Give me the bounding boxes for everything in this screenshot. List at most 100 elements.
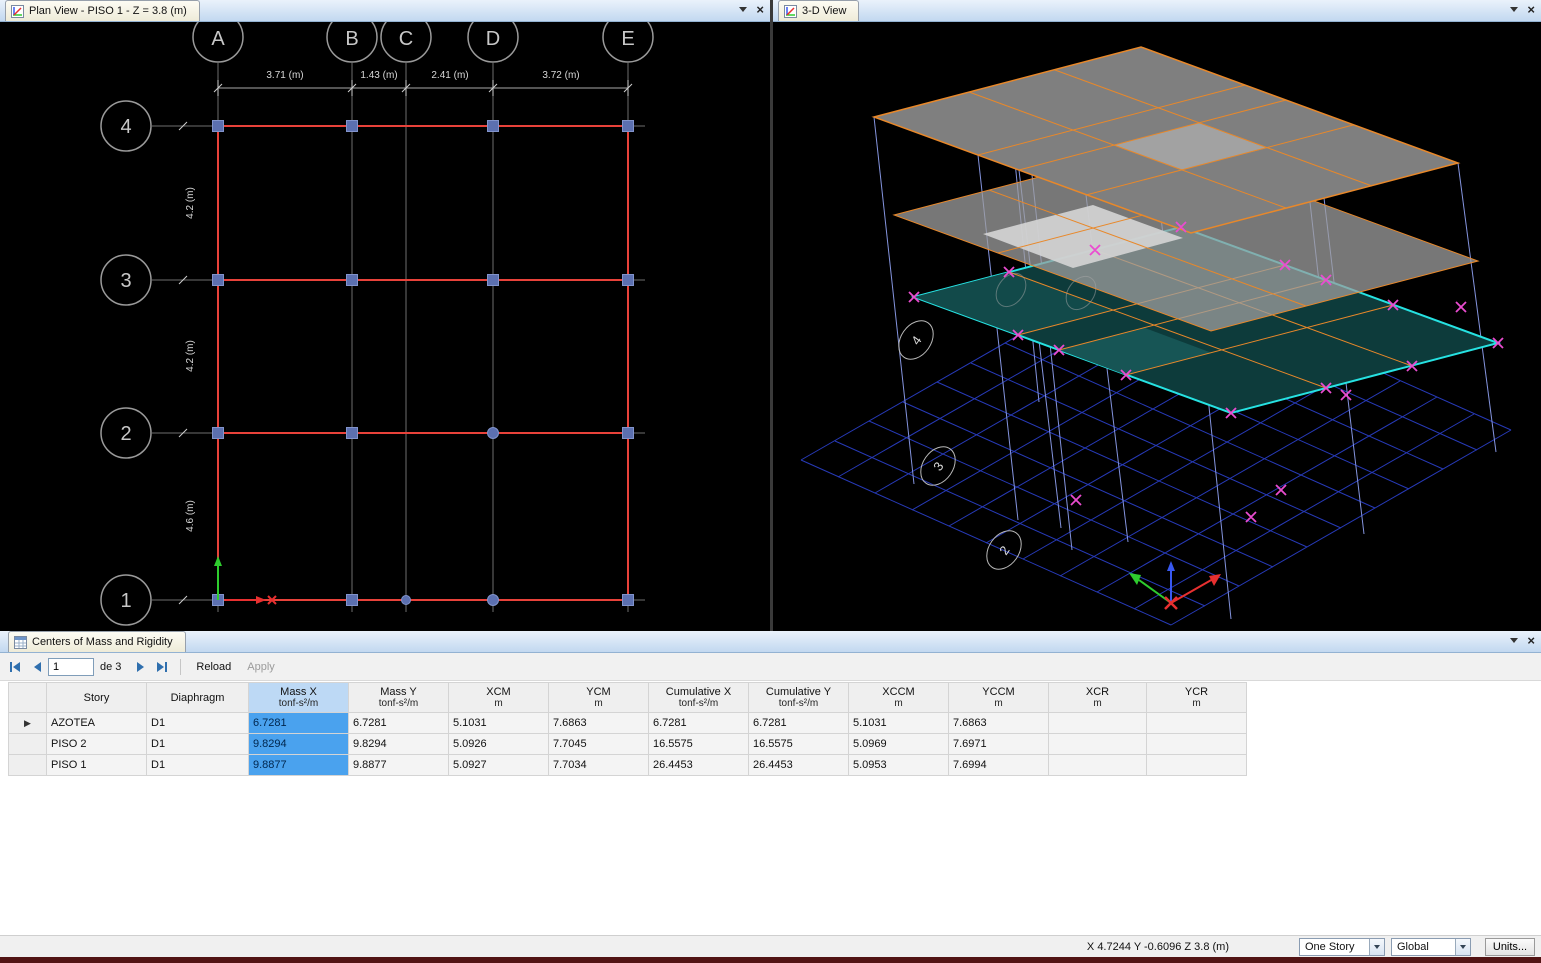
header-mass-y[interactable]: Mass Ytonf-s²/m (349, 683, 449, 713)
view3d-collapse-icon[interactable] (1510, 7, 1518, 12)
table-row: PISO 2 D1 9.8294 9.8294 5.0926 7.7045 16… (9, 734, 1247, 755)
plan-row-bubbles (101, 101, 151, 625)
row-selector-cell[interactable] (9, 734, 47, 755)
header-mass-x[interactable]: Mass Xtonf-s²/m (249, 683, 349, 713)
view3d-close-icon[interactable]: × (1527, 3, 1535, 16)
cell-xcr[interactable] (1049, 734, 1147, 755)
header-cumulative-y[interactable]: Cumulative Ytonf-s²/m (749, 683, 849, 713)
last-record-button[interactable] (151, 657, 173, 677)
coordinate-system-dropdown-button[interactable] (1455, 939, 1470, 955)
cell-ycr[interactable] (1147, 755, 1247, 776)
cell-mass-x[interactable]: 9.8294 (249, 734, 349, 755)
view3d-tab[interactable]: 3-D View (778, 0, 859, 21)
viewports-area: Plan View - PISO 1 - Z = 3.8 (m) × (0, 0, 1541, 631)
plan-row-bubble-labels: 4 3 2 1 (120, 116, 131, 612)
cell-mass-x[interactable]: 6.7281 (249, 713, 349, 734)
table-panel-collapse-icon[interactable] (1510, 638, 1518, 643)
svg-text:4.6 (m): 4.6 (m) (185, 500, 196, 532)
cell-story[interactable]: PISO 2 (47, 734, 147, 755)
cell-xcm[interactable]: 5.1031 (449, 713, 549, 734)
plan-canvas[interactable]: A B C D E 4 3 2 1 (0, 22, 770, 631)
header-ycr[interactable]: YCRm (1147, 683, 1247, 713)
header-xcm[interactable]: XCMm (449, 683, 549, 713)
cell-cumulative-x[interactable]: 6.7281 (649, 713, 749, 734)
cell-ycm[interactable]: 7.7034 (549, 755, 649, 776)
header-cumulative-x[interactable]: Cumulative Xtonf-s²/m (649, 683, 749, 713)
record-number-input[interactable] (48, 658, 94, 676)
cell-ycr[interactable] (1147, 734, 1247, 755)
cell-xcm[interactable]: 5.0926 (449, 734, 549, 755)
cell-diaphragm[interactable]: D1 (147, 713, 249, 734)
cell-yccm[interactable]: 7.6994 (949, 755, 1049, 776)
apply-button[interactable]: Apply (239, 658, 283, 676)
plan-collapse-icon[interactable] (739, 7, 747, 12)
cell-xccm[interactable]: 5.1031 (849, 713, 949, 734)
plan-view-tab[interactable]: Plan View - PISO 1 - Z = 3.8 (m) (5, 0, 200, 21)
cell-cumulative-x[interactable]: 26.4453 (649, 755, 749, 776)
reload-button[interactable]: Reload (188, 658, 239, 676)
cell-mass-y[interactable]: 9.8294 (349, 734, 449, 755)
svg-text:2: 2 (120, 423, 131, 445)
svg-text:2.41 (m): 2.41 (m) (431, 70, 468, 81)
table-row: ▶ AZOTEA D1 6.7281 6.7281 5.1031 7.6863 … (9, 713, 1247, 734)
cell-xccm[interactable]: 5.0953 (849, 755, 949, 776)
status-bar: X 4.7244 Y -0.6096 Z 3.8 (m) One Story G… (0, 935, 1541, 957)
row-pointer-cell[interactable]: ▶ (9, 713, 47, 734)
cell-xcm[interactable]: 5.0927 (449, 755, 549, 776)
table-panel-close-icon[interactable]: × (1527, 634, 1535, 647)
svg-text:4.2 (m): 4.2 (m) (185, 187, 196, 219)
cell-story[interactable]: AZOTEA (47, 713, 147, 734)
cell-yccm[interactable]: 7.6971 (949, 734, 1049, 755)
cell-diaphragm[interactable]: D1 (147, 755, 249, 776)
plan-column-bubble-labels: A B C D E (211, 28, 634, 50)
header-xcr[interactable]: XCRm (1049, 683, 1147, 713)
story-view-value: One Story (1305, 941, 1355, 953)
cell-cumulative-y[interactable]: 26.4453 (749, 755, 849, 776)
svg-text:3.72 (m): 3.72 (m) (542, 70, 579, 81)
cell-yccm[interactable]: 7.6863 (949, 713, 1049, 734)
svg-text:4.2 (m): 4.2 (m) (185, 340, 196, 372)
cell-ycm[interactable]: 7.7045 (549, 734, 649, 755)
story-view-dropdown-button[interactable] (1369, 939, 1384, 955)
cell-mass-y[interactable]: 9.8877 (349, 755, 449, 776)
cell-xccm[interactable]: 5.0969 (849, 734, 949, 755)
header-xccm[interactable]: XCCMm (849, 683, 949, 713)
cell-cumulative-x[interactable]: 16.5575 (649, 734, 749, 755)
first-record-icon (13, 662, 20, 672)
cell-ycm[interactable]: 7.6863 (549, 713, 649, 734)
table-panel-tab[interactable]: Centers of Mass and Rigidity (8, 631, 186, 652)
cell-xcr[interactable] (1049, 713, 1147, 734)
cell-mass-y[interactable]: 6.7281 (349, 713, 449, 734)
cell-cumulative-y[interactable]: 16.5575 (749, 734, 849, 755)
plan-view-window: Plan View - PISO 1 - Z = 3.8 (m) × (0, 0, 770, 631)
header-story[interactable]: Story (47, 683, 147, 713)
view3d-canvas[interactable]: 4 3 2 (773, 22, 1541, 631)
cell-diaphragm[interactable]: D1 (147, 734, 249, 755)
view3d-title: 3-D View (802, 5, 846, 17)
header-yccm[interactable]: YCCMm (949, 683, 1049, 713)
cell-xcr[interactable] (1049, 755, 1147, 776)
plan-beams (218, 126, 628, 600)
first-record-button[interactable] (4, 657, 26, 677)
cell-ycr[interactable] (1147, 713, 1247, 734)
row-selector-cell[interactable] (9, 755, 47, 776)
table-icon (14, 636, 27, 649)
prev-record-button[interactable] (26, 657, 48, 677)
story-view-dropdown[interactable]: One Story (1299, 938, 1385, 956)
header-ycm[interactable]: YCMm (549, 683, 649, 713)
cell-cumulative-y[interactable]: 6.7281 (749, 713, 849, 734)
svg-text:4: 4 (120, 116, 131, 138)
svg-text:3.71 (m): 3.71 (m) (266, 70, 303, 81)
next-record-button[interactable] (129, 657, 151, 677)
plan-top-dimensions: 3.71 (m) 1.43 (m) 2.41 (m) 3.72 (m) (214, 70, 632, 96)
table-panel-title: Centers of Mass and Rigidity (32, 636, 173, 648)
svg-text:1.43 (m): 1.43 (m) (360, 70, 397, 81)
plan-view-titlebar: Plan View - PISO 1 - Z = 3.8 (m) × (0, 0, 770, 22)
units-button[interactable]: Units... (1485, 938, 1535, 956)
plan-close-icon[interactable]: × (756, 3, 764, 16)
chevron-down-icon (1374, 945, 1380, 949)
cell-mass-x[interactable]: 9.8877 (249, 755, 349, 776)
cell-story[interactable]: PISO 1 (47, 755, 147, 776)
header-diaphragm[interactable]: Diaphragm (147, 683, 249, 713)
coordinate-system-dropdown[interactable]: Global (1391, 938, 1471, 956)
